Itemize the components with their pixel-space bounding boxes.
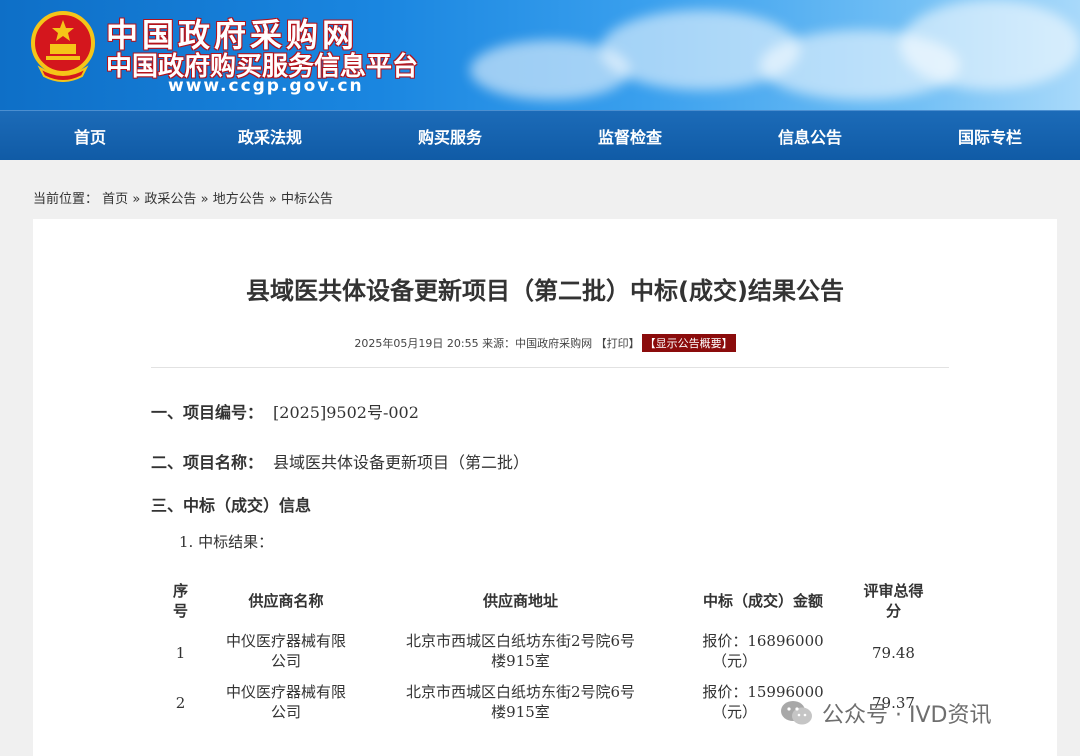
header-score-line2: 分 [885,602,901,620]
award-info-heading: 三、中标（成交）信息 [151,492,311,516]
table-header-score: 评审总得 分 [851,581,936,621]
banner-cloud [900,0,1080,90]
nav-item-home[interactable]: 首页 [0,124,180,148]
watermark-text: 公众号 · IVD资讯 [822,703,992,728]
table-row-2-address: 北京市西城区白纸坊东街2号院6号 楼915室 [378,682,663,722]
header-seq-line1: 序 [172,582,188,600]
row-1-address-line2: 楼915室 [491,652,550,670]
site-banner: 中国政府采购网 中国政府购买服务信息平台 www.ccgp.gov.cn [0,0,1080,110]
row-2-address-line1: 北京市西城区白纸坊东街2号院6号 [405,683,636,701]
table-header-seq: 序 号 [153,581,208,621]
header-seq-line2: 号 [172,602,188,620]
breadcrumb: 当前位置： 首页 » 政采公告 » 地方公告 » 中标公告 [33,188,333,207]
row-2-supplier-line1: 中仪医疗器械有限 [225,683,346,701]
article-title: 县域医共体设备更新项目（第二批）中标(成交)结果公告 [246,277,844,305]
row-1-amount-line2: （元） [712,652,758,670]
breadcrumb-award-notices[interactable]: 中标公告 [281,192,333,207]
award-info-label: 三、中标（成交）信息 [151,496,312,515]
award-result-label: 1. 中标结果： [179,533,274,551]
article-meta: 2025年05月19日 20:55 来源：中国政府采购网 【打印】 【显示公告概要… [33,334,1057,352]
table-row-2-supplier: 中仪医疗器械有限 公司 [211,682,361,722]
row-1-supplier-line2: 公司 [270,652,301,670]
row-1-amount-line1: 报价：16896000 [702,632,824,650]
table-row-2-seq: 2 [175,694,186,712]
article-card: 县域医共体设备更新项目（第二批）中标(成交)结果公告 2025年05月19日 2… [33,219,1057,756]
table-row-1-score: 79.48 [872,644,915,662]
breadcrumb-separator: » [132,192,141,207]
table-row-1-amount: 报价：16896000 （元） [678,631,848,671]
nav-item-supervision[interactable]: 监督检查 [540,124,720,148]
row-1-supplier-line1: 中仪医疗器械有限 [225,632,346,650]
project-number-row: 一、项目编号： [2025]9502号-002 [151,399,419,423]
row-2-address-line2: 楼915室 [491,703,550,721]
breadcrumb-prefix: 当前位置： [33,192,99,207]
header-score-line1: 评审总得 [863,582,924,600]
article-meta-text: 2025年05月19日 20:55 来源：中国政府采购网 【打印】 [354,337,640,350]
table-header-amount: 中标（成交）金额 [702,592,823,610]
project-number-value: [2025]9502号-002 [273,403,419,422]
watermark: 公众号 · IVD资讯 [780,695,991,731]
row-2-supplier-line2: 公司 [270,703,301,721]
title-divider [151,367,949,368]
project-number-label: 一、项目编号： [151,403,264,422]
breadcrumb-local-notices[interactable]: 地方公告 [213,192,265,207]
row-1-address-line1: 北京市西城区白纸坊东街2号院6号 [405,632,636,650]
project-name-label: 二、项目名称： [151,453,264,472]
table-row-1-seq: 1 [175,644,186,662]
table-row-1-supplier: 中仪医疗器械有限 公司 [211,631,361,671]
nav-item-international[interactable]: 国际专栏 [900,124,1080,148]
breadcrumb-separator: » [200,192,209,207]
main-nav: 首页 政采法规 购买服务 监督检查 信息公告 国际专栏 [0,110,1080,160]
nav-item-purchase-services[interactable]: 购买服务 [360,124,540,148]
breadcrumb-home[interactable]: 首页 [102,192,128,207]
table-row-1-address: 北京市西城区白纸坊东街2号院6号 楼915室 [378,631,663,671]
breadcrumb-separator: » [268,192,277,207]
table-header-address: 供应商地址 [482,592,558,610]
nav-item-regulations[interactable]: 政采法规 [180,124,360,148]
national-emblem-icon [31,11,95,82]
table-header-supplier: 供应商名称 [248,592,324,610]
breadcrumb-procurement-notices[interactable]: 政采公告 [144,192,196,207]
site-url: www.ccgp.gov.cn [168,76,364,96]
project-name-row: 二、项目名称： 县域医共体设备更新项目（第二批） [151,449,529,473]
wechat-icon [781,701,812,725]
project-name-value: 县域医共体设备更新项目（第二批） [273,453,530,472]
show-summary-button[interactable]: 【显示公告概要】 [641,334,736,352]
nav-item-announcements[interactable]: 信息公告 [720,124,900,148]
